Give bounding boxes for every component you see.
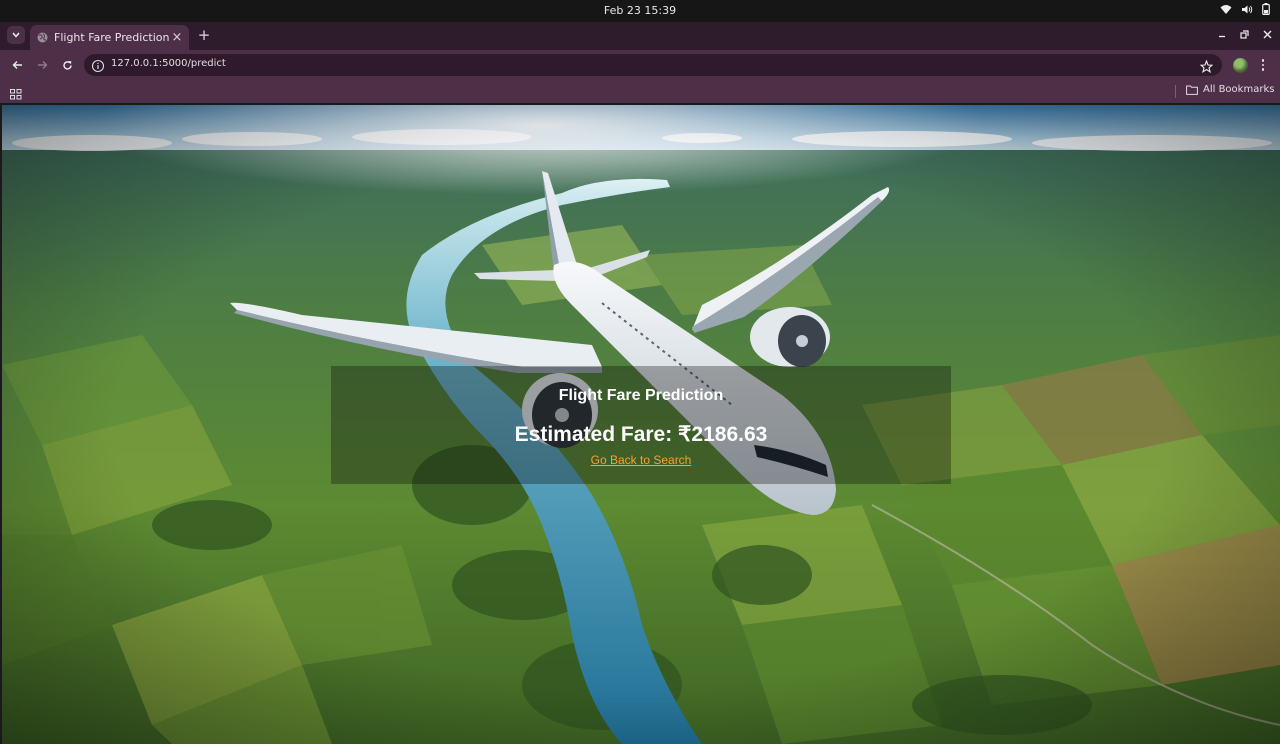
os-top-bar: Feb 23 15:39 <box>0 0 1280 22</box>
folder-icon <box>1186 85 1198 95</box>
close-icon[interactable]: × <box>171 31 183 44</box>
forward-arrow-icon[interactable] <box>33 56 51 74</box>
go-back-link[interactable]: Go Back to Search <box>591 453 692 467</box>
apps-grid-icon[interactable] <box>10 85 22 104</box>
profile-avatar[interactable] <box>1233 58 1248 73</box>
tab-strip: Flight Fare Prediction × + <box>0 22 1280 50</box>
tab-search-button[interactable] <box>7 26 25 44</box>
window-close-icon[interactable] <box>1261 27 1274 41</box>
globe-icon <box>36 32 48 44</box>
wifi-icon <box>1220 4 1232 14</box>
all-bookmarks-button[interactable]: All Bookmarks <box>1186 84 1274 95</box>
bookmarks-separator <box>1175 85 1176 98</box>
bookmarks-bar: All Bookmarks <box>0 80 1280 103</box>
page-viewport: Flight Fare Prediction Estimated Fare: ₹… <box>2 105 1280 744</box>
os-clock[interactable]: Feb 23 15:39 <box>0 4 1280 17</box>
system-tray[interactable] <box>1220 3 1270 15</box>
volume-icon <box>1242 5 1253 13</box>
star-icon[interactable] <box>1199 58 1214 77</box>
back-link-wrapper: Go Back to Search <box>331 449 951 468</box>
reload-icon[interactable] <box>58 56 76 74</box>
menu-icon[interactable] <box>1258 57 1268 73</box>
window-controls <box>1215 27 1274 41</box>
result-card: Flight Fare Prediction Estimated Fare: ₹… <box>331 366 951 484</box>
tab-search-icon <box>12 32 20 38</box>
back-arrow-icon[interactable] <box>8 56 26 74</box>
plus-icon[interactable]: + <box>196 26 212 44</box>
browser-toolbar: 127.0.0.1:5000/predict <box>0 50 1280 80</box>
active-tab[interactable]: Flight Fare Prediction × <box>30 25 189 50</box>
url-text[interactable]: 127.0.0.1:5000/predict <box>111 58 226 69</box>
tab-title: Flight Fare Prediction <box>54 31 170 44</box>
page-title: Flight Fare Prediction <box>558 387 724 404</box>
restore-icon[interactable] <box>1238 27 1251 41</box>
battery-icon <box>1262 3 1270 15</box>
estimated-fare: Estimated Fare: ₹2186.63 <box>514 423 768 446</box>
info-icon[interactable] <box>91 58 105 73</box>
address-bar[interactable]: 127.0.0.1:5000/predict <box>84 54 1222 76</box>
all-bookmarks-label: All Bookmarks <box>1203 84 1275 95</box>
minimize-icon[interactable] <box>1215 27 1228 41</box>
